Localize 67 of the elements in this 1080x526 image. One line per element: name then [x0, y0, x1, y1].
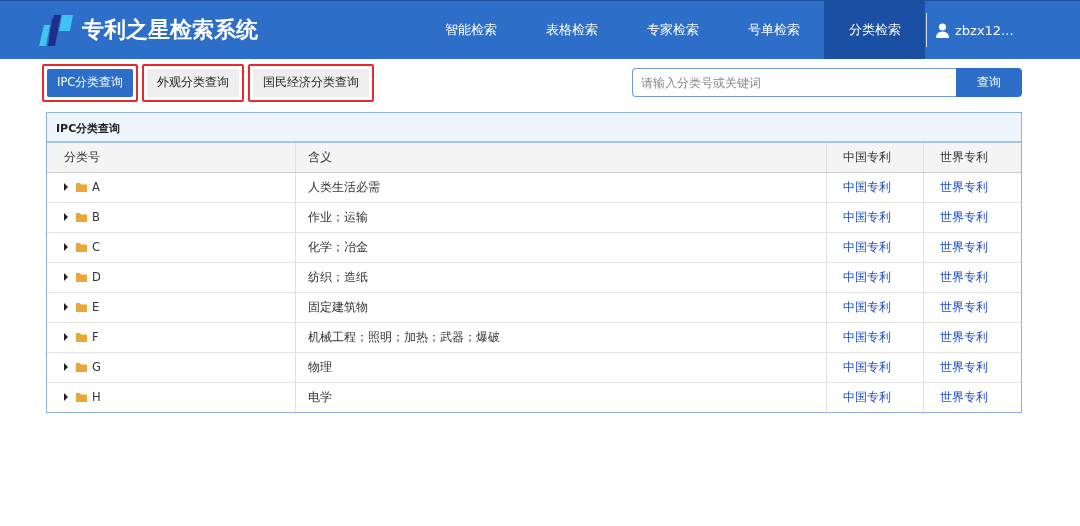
link[interactable]: 世界专利	[939, 299, 988, 314]
class-meaning: 物理	[307, 359, 332, 374]
search-field[interactable]: 请输入分类号或关键词	[632, 68, 956, 97]
caret-icon[interactable]	[63, 213, 69, 221]
folder-icon	[76, 182, 87, 192]
folder-icon	[76, 272, 87, 282]
caret-icon[interactable]	[63, 273, 69, 281]
tab[interactable]: IPC分类查询	[47, 68, 134, 97]
class-code[interactable]: E	[92, 300, 100, 314]
link[interactable]: 中国专利	[842, 239, 891, 254]
link[interactable]: 中国专利	[842, 389, 891, 404]
class-code[interactable]: D	[92, 270, 101, 284]
panel-title: IPC分类查询	[47, 113, 1021, 143]
class-meaning: 纺织；造纸	[307, 269, 368, 284]
search-button[interactable]: 查询	[956, 68, 1022, 97]
class-code[interactable]: H	[92, 390, 101, 405]
caret-icon[interactable]	[63, 183, 69, 191]
folder-icon	[76, 242, 87, 252]
link[interactable]: 中国专利	[842, 299, 891, 314]
link[interactable]: 中国专利	[842, 209, 891, 224]
class-code[interactable]: G	[92, 360, 101, 374]
tab[interactable]: 国民经济分类查询	[253, 68, 370, 97]
folder-icon	[76, 212, 87, 222]
class-meaning: 化学；冶金	[307, 239, 368, 254]
caret-icon[interactable]	[63, 393, 69, 402]
folder-icon	[76, 332, 87, 342]
class-meaning: 电学	[307, 389, 332, 404]
caret-icon[interactable]	[63, 303, 69, 311]
link[interactable]: 世界专利	[939, 389, 988, 404]
logo-icon	[38, 13, 74, 47]
nav-tab[interactable]: 号单检索	[723, 1, 824, 59]
class-meaning: 作业；运输	[307, 209, 368, 224]
link[interactable]: 世界专利	[939, 359, 988, 374]
link[interactable]: 世界专利	[939, 269, 988, 284]
class-meaning: 机械工程；照明；加热；武器；爆破	[307, 329, 500, 344]
folder-icon	[76, 362, 87, 372]
link[interactable]: 中国专利	[842, 329, 891, 344]
column-header: 含义	[295, 143, 826, 172]
tab[interactable]: 外观分类查询	[147, 68, 240, 97]
link[interactable]: 中国专利	[842, 359, 891, 374]
caret-icon[interactable]	[63, 333, 69, 341]
class-code[interactable]: F	[92, 330, 99, 344]
caret-icon[interactable]	[63, 243, 69, 251]
class-meaning: 固定建筑物	[307, 299, 368, 314]
link[interactable]: 中国专利	[842, 269, 891, 284]
nav-tab[interactable]: 表格检索	[521, 1, 622, 59]
link[interactable]: 世界专利	[939, 209, 988, 224]
column-header: 中国专利	[826, 143, 923, 172]
nav-tab[interactable]: 分类检索	[824, 1, 925, 59]
user-icon	[936, 22, 949, 38]
link[interactable]: 世界专利	[939, 179, 988, 194]
nav-tab[interactable]: 智能检索	[420, 1, 521, 59]
app-title: 专利之星检索系统	[82, 16, 258, 44]
caret-icon[interactable]	[63, 363, 69, 371]
class-code[interactable]: C	[92, 240, 101, 254]
column-header: 世界专利	[923, 143, 1021, 172]
column-header: 分类号	[47, 143, 295, 172]
class-code[interactable]: A	[92, 180, 100, 194]
folder-icon	[76, 302, 87, 312]
link[interactable]: 中国专利	[842, 179, 891, 194]
folder-icon	[76, 392, 87, 402]
link[interactable]: 世界专利	[939, 329, 988, 344]
class-code[interactable]: B	[92, 210, 100, 224]
link[interactable]: 世界专利	[939, 239, 988, 254]
class-meaning: 人类生活必需	[307, 179, 380, 194]
user-menu[interactable]: zbzx12...	[927, 1, 1014, 59]
nav-tab[interactable]: 专家检索	[622, 1, 723, 59]
